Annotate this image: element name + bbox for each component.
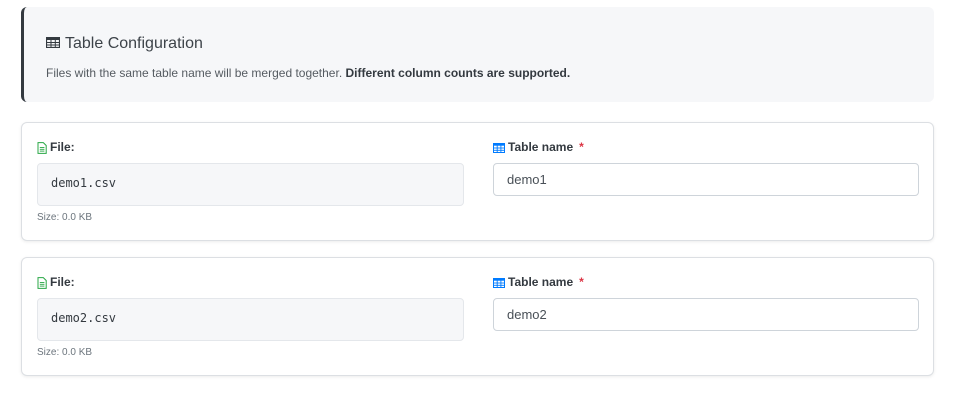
- callout-description: Files with the same table name will be m…: [46, 66, 570, 80]
- file-size: Size: 0.0 KB: [37, 212, 93, 223]
- file-label-text: File:: [50, 140, 75, 154]
- table-name-label-text: Table name: [508, 275, 574, 289]
- merge-description: Files with the same table name will be m…: [46, 66, 343, 80]
- table-icon: [493, 140, 505, 154]
- table-name-label: Table name *: [493, 275, 584, 289]
- table-name-input[interactable]: [493, 298, 919, 331]
- file-card: File: demo1.csv Size: 0.0 KB Table name …: [21, 122, 934, 241]
- table-name-input[interactable]: [493, 163, 919, 196]
- file-label: File:: [37, 275, 75, 289]
- file-text-icon: [37, 275, 47, 289]
- table-name-label-text: Table name: [508, 140, 574, 154]
- required-indicator: *: [579, 275, 584, 289]
- table-icon: [493, 275, 505, 289]
- file-text-icon: [37, 140, 47, 154]
- table-icon: [45, 35, 61, 53]
- table-configuration-page: Table Configuration Files with the same …: [0, 0, 957, 399]
- table-name-label: Table name *: [493, 140, 584, 154]
- file-size: Size: 0.0 KB: [37, 347, 93, 358]
- file-label-text: File:: [50, 275, 75, 289]
- page-title: Table Configuration: [65, 35, 203, 52]
- required-indicator: *: [579, 140, 584, 154]
- filename-display: demo2.csv: [37, 298, 464, 341]
- filename-display: demo1.csv: [37, 163, 464, 206]
- file-card: File: demo2.csv Size: 0.0 KB Table name …: [21, 257, 934, 376]
- column-count-note: Different column counts are supported.: [345, 66, 571, 80]
- file-label: File:: [37, 140, 75, 154]
- table-configuration-callout: Table Configuration Files with the same …: [21, 7, 934, 102]
- callout-heading: Table Configuration: [45, 35, 203, 53]
